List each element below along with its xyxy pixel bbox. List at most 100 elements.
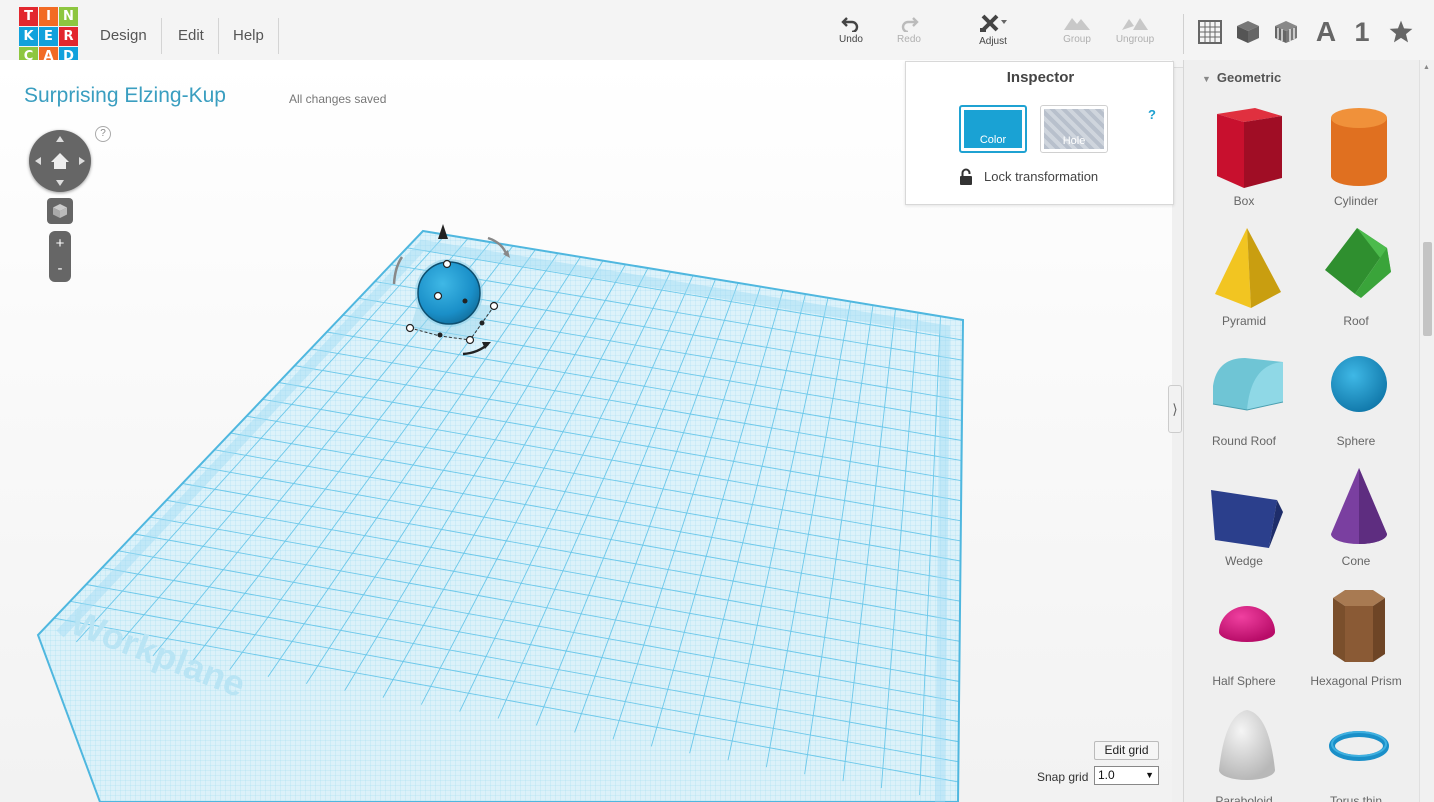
shape-label: Half Sphere <box>1212 674 1276 688</box>
adjust-button[interactable]: Adjust <box>963 14 1023 47</box>
resize-handle[interactable] <box>465 335 475 345</box>
tinkercad-logo[interactable]: T I N K E R C A D <box>19 7 79 67</box>
category-header-geometric[interactable]: ▼ Geometric <box>1202 70 1281 85</box>
group-icon <box>1064 18 1090 30</box>
resize-handle[interactable] <box>489 301 499 311</box>
inspector-help-button[interactable]: ? <box>1148 107 1156 122</box>
orbit-up-icon[interactable] <box>56 136 64 142</box>
lift-arrow-handle[interactable] <box>438 224 448 239</box>
view-help-button[interactable]: ? <box>95 126 111 142</box>
paraboloid-icon <box>1219 710 1275 780</box>
scroll-up-icon[interactable]: ▲ <box>1423 64 1430 71</box>
grid-icon[interactable] <box>1195 16 1225 48</box>
hole-button[interactable]: Hole <box>1040 105 1108 153</box>
ungroup-button[interactable]: Ungroup <box>1105 14 1165 45</box>
text-shape-icon[interactable]: A <box>1311 16 1341 48</box>
striped-cube-icon[interactable] <box>1271 16 1301 48</box>
home-icon[interactable] <box>51 153 69 169</box>
logo-letter: I <box>39 7 58 26</box>
logo-letter: R <box>59 27 78 46</box>
hexagonal-prism-icon <box>1333 590 1385 662</box>
height-handle[interactable] <box>442 259 452 269</box>
fit-view-button[interactable] <box>47 198 73 224</box>
snap-grid-select[interactable]: 1.0 ▼ <box>1094 766 1159 785</box>
shape-label: Hexagonal Prism <box>1310 674 1402 688</box>
shape-label: Pyramid <box>1221 314 1266 328</box>
hole-label: Hole <box>1062 135 1086 147</box>
shape-paraboloid[interactable]: Paraboloid <box>1189 704 1299 802</box>
sphere-icon <box>1331 356 1387 412</box>
undo-button[interactable]: Undo <box>821 14 881 45</box>
shape-label: Paraboloid <box>1215 794 1273 802</box>
color-button[interactable]: Color <box>959 105 1027 153</box>
roof-icon <box>1325 228 1391 298</box>
snap-grid-label: Snap grid <box>1037 770 1089 784</box>
resize-handle[interactable] <box>437 332 443 338</box>
zoom-out-button[interactable]: - <box>49 256 71 281</box>
chevron-down-icon: ▼ <box>1145 770 1154 780</box>
resize-handle[interactable] <box>405 323 415 333</box>
logo-letter: K <box>19 27 38 46</box>
shape-roof[interactable]: Roof <box>1301 224 1411 334</box>
wedge-icon <box>1211 490 1283 548</box>
category-title: Geometric <box>1216 70 1282 85</box>
shape-cylinder[interactable]: Cylinder <box>1301 104 1411 214</box>
cube-icon[interactable] <box>1233 16 1263 48</box>
shape-torus-thin[interactable]: Torus thin <box>1301 704 1411 802</box>
resize-handle[interactable] <box>433 291 443 301</box>
shape-label: Torus thin <box>1329 794 1383 802</box>
logo-letter: E <box>39 27 58 46</box>
shape-box[interactable]: Box <box>1189 104 1299 214</box>
half-sphere-icon <box>1219 606 1275 642</box>
resize-handle[interactable] <box>479 320 485 326</box>
redo-button[interactable]: Redo <box>879 14 939 45</box>
round-roof-icon <box>1212 358 1284 411</box>
menu-edit[interactable]: Edit <box>164 18 219 54</box>
orbit-down-icon[interactable] <box>56 180 64 186</box>
scrollbar-thumb[interactable] <box>1423 242 1432 336</box>
undo-icon <box>841 17 859 32</box>
edit-grid-button[interactable]: Edit grid <box>1094 741 1159 760</box>
logo-letter: T <box>19 7 38 26</box>
inspector-panel: Inspector ? Color Hole Lock transformati… <box>905 61 1174 205</box>
ungroup-icon <box>1122 18 1148 30</box>
shape-wedge[interactable]: Wedge <box>1189 464 1299 574</box>
number-shape-icon[interactable]: 1 <box>1347 16 1377 48</box>
shape-label: Cone <box>1341 554 1371 568</box>
star-icon[interactable] <box>1386 16 1416 48</box>
shapes-panel: ▼ Geometric Box Cylinder Pyramid Roof Rou… <box>1183 60 1434 802</box>
menu-design[interactable]: Design <box>86 18 162 54</box>
resize-handle[interactable] <box>462 298 468 304</box>
pyramid-icon <box>1215 228 1281 308</box>
top-toolbar: T I N K E R C A D Design Edit Help Undo … <box>0 0 1434 68</box>
hole-swatch-fill: Hole <box>1044 109 1104 149</box>
box-icon <box>1217 108 1282 188</box>
orbit-right-icon[interactable] <box>79 157 85 165</box>
torus-thin-icon <box>1329 731 1389 761</box>
shape-label: Cylinder <box>1333 194 1378 208</box>
shape-label: Round Roof <box>1211 434 1277 448</box>
shapes-panel-scrollbar[interactable]: ▲ <box>1419 60 1434 802</box>
shape-label: Sphere <box>1336 434 1376 448</box>
shape-half-sphere[interactable]: Half Sphere <box>1189 584 1299 694</box>
shape-cone[interactable]: Cone <box>1301 464 1411 574</box>
chevron-right-icon: ⟩ <box>1172 401 1178 417</box>
shape-pyramid[interactable]: Pyramid <box>1189 224 1299 334</box>
workplane[interactable] <box>36 229 965 802</box>
collapse-panel-button[interactable]: ⟩ <box>1168 385 1182 433</box>
color-label: Color <box>979 134 1007 146</box>
orbit-left-icon[interactable] <box>35 157 41 165</box>
shape-sphere[interactable]: Sphere <box>1301 344 1411 454</box>
snap-grid-value: 1.0 <box>1098 768 1115 782</box>
lock-transformation-toggle[interactable]: Lock transformation <box>959 168 1098 185</box>
orbit-navigation[interactable] <box>29 130 91 192</box>
shape-round-roof[interactable]: Round Roof <box>1189 344 1299 454</box>
logo-letter: N <box>59 7 78 26</box>
group-button[interactable]: Group <box>1047 14 1107 45</box>
menu-help[interactable]: Help <box>219 18 279 54</box>
zoom-in-button[interactable]: + <box>49 231 71 256</box>
shape-label: Wedge <box>1225 554 1263 568</box>
shape-hexagonal-prism[interactable]: Hexagonal Prism <box>1301 584 1411 694</box>
redo-icon <box>901 17 919 32</box>
collapse-triangle-icon: ▼ <box>1202 74 1211 84</box>
